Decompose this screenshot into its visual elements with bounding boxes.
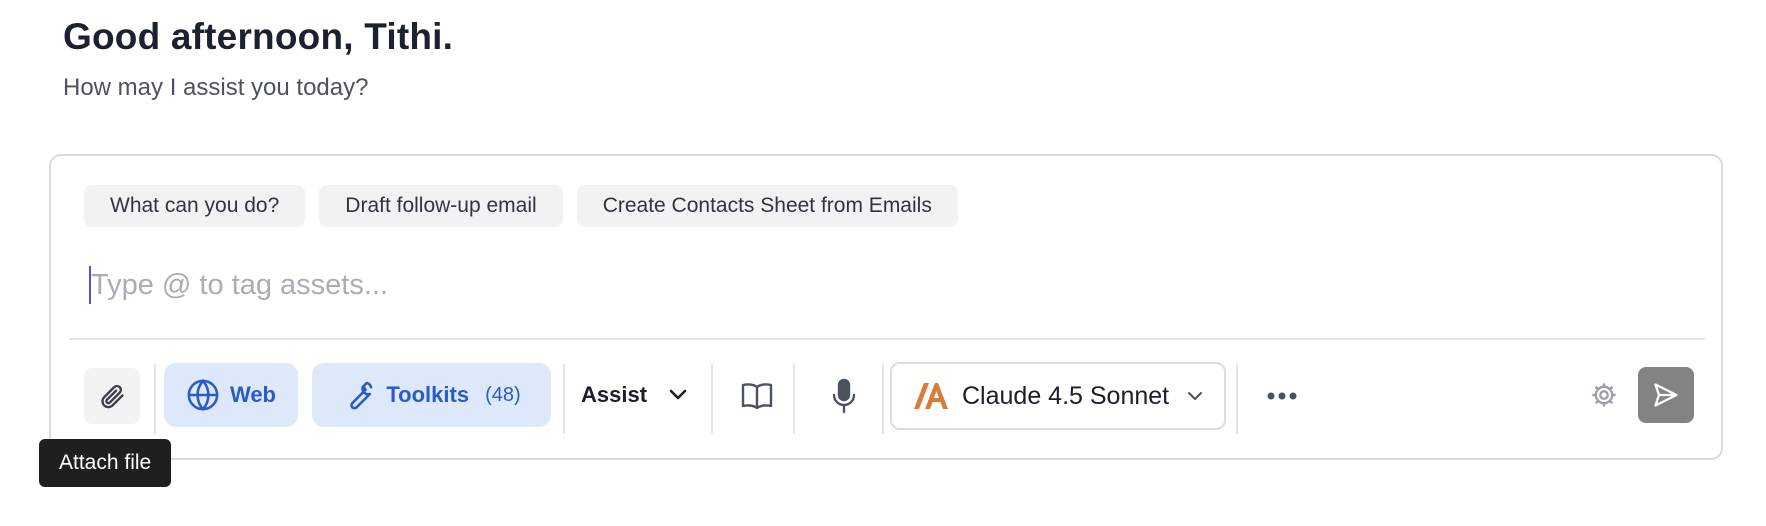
suggestion-chip[interactable]: Create Contacts Sheet from Emails — [576, 185, 958, 227]
web-label: Web — [229, 382, 276, 407]
voice-input-button[interactable] — [816, 368, 872, 424]
message-input-area[interactable] — [89, 260, 1681, 310]
mode-label: Assist — [581, 382, 648, 407]
composer-toolbar: Web Toolkits (48) Assist Claude 4.5 Sonn… — [51, 352, 1721, 448]
suggestion-chip[interactable]: Draft follow-up email — [319, 185, 563, 227]
model-label: Claude 4.5 Sonnet — [962, 381, 1170, 410]
greeting-subtitle: How may I assist you today? — [63, 74, 369, 101]
attach-file-button[interactable] — [84, 368, 140, 424]
toolkits-count: (48) — [485, 383, 521, 406]
globe-icon — [187, 378, 219, 412]
paperclip-icon — [101, 384, 124, 409]
toolkits-label: Toolkits — [386, 382, 470, 407]
send-icon — [1654, 383, 1678, 407]
toolbar-separator — [154, 364, 156, 434]
more-icon — [1267, 392, 1297, 400]
book-icon — [741, 383, 773, 410]
anthropic-logo-icon — [914, 383, 948, 409]
settings-button[interactable] — [1579, 370, 1629, 420]
greeting-heading: Good afternoon, Tithi. — [63, 16, 454, 57]
mode-dropdown[interactable]: Assist — [581, 363, 687, 427]
wrench-icon — [350, 381, 373, 410]
model-selector[interactable]: Claude 4.5 Sonnet — [890, 362, 1226, 430]
chevron-down-icon — [669, 389, 687, 400]
gear-icon — [1592, 383, 1616, 407]
suggestion-chip[interactable]: What can you do? — [84, 185, 306, 227]
more-options-button[interactable] — [1254, 368, 1310, 424]
toolbar-separator — [1236, 364, 1238, 434]
knowledge-button[interactable] — [729, 368, 785, 424]
web-toggle-button[interactable]: Web — [164, 363, 298, 427]
toolbar-separator — [563, 364, 565, 434]
chevron-down-icon — [1188, 392, 1203, 400]
suggestion-chips: What can you do? Draft follow-up email C… — [84, 185, 958, 227]
toolbar-separator — [793, 364, 795, 434]
send-button[interactable] — [1638, 367, 1694, 423]
attach-file-tooltip: Attach file — [39, 439, 172, 487]
toolkits-button[interactable]: Toolkits (48) — [312, 363, 551, 427]
toolbar-separator — [882, 364, 884, 434]
chat-composer: What can you do? Draft follow-up email C… — [49, 154, 1723, 460]
toolbar-separator — [711, 364, 713, 434]
divider — [69, 338, 1705, 340]
message-input[interactable] — [89, 260, 1681, 310]
microphone-icon — [832, 378, 856, 414]
